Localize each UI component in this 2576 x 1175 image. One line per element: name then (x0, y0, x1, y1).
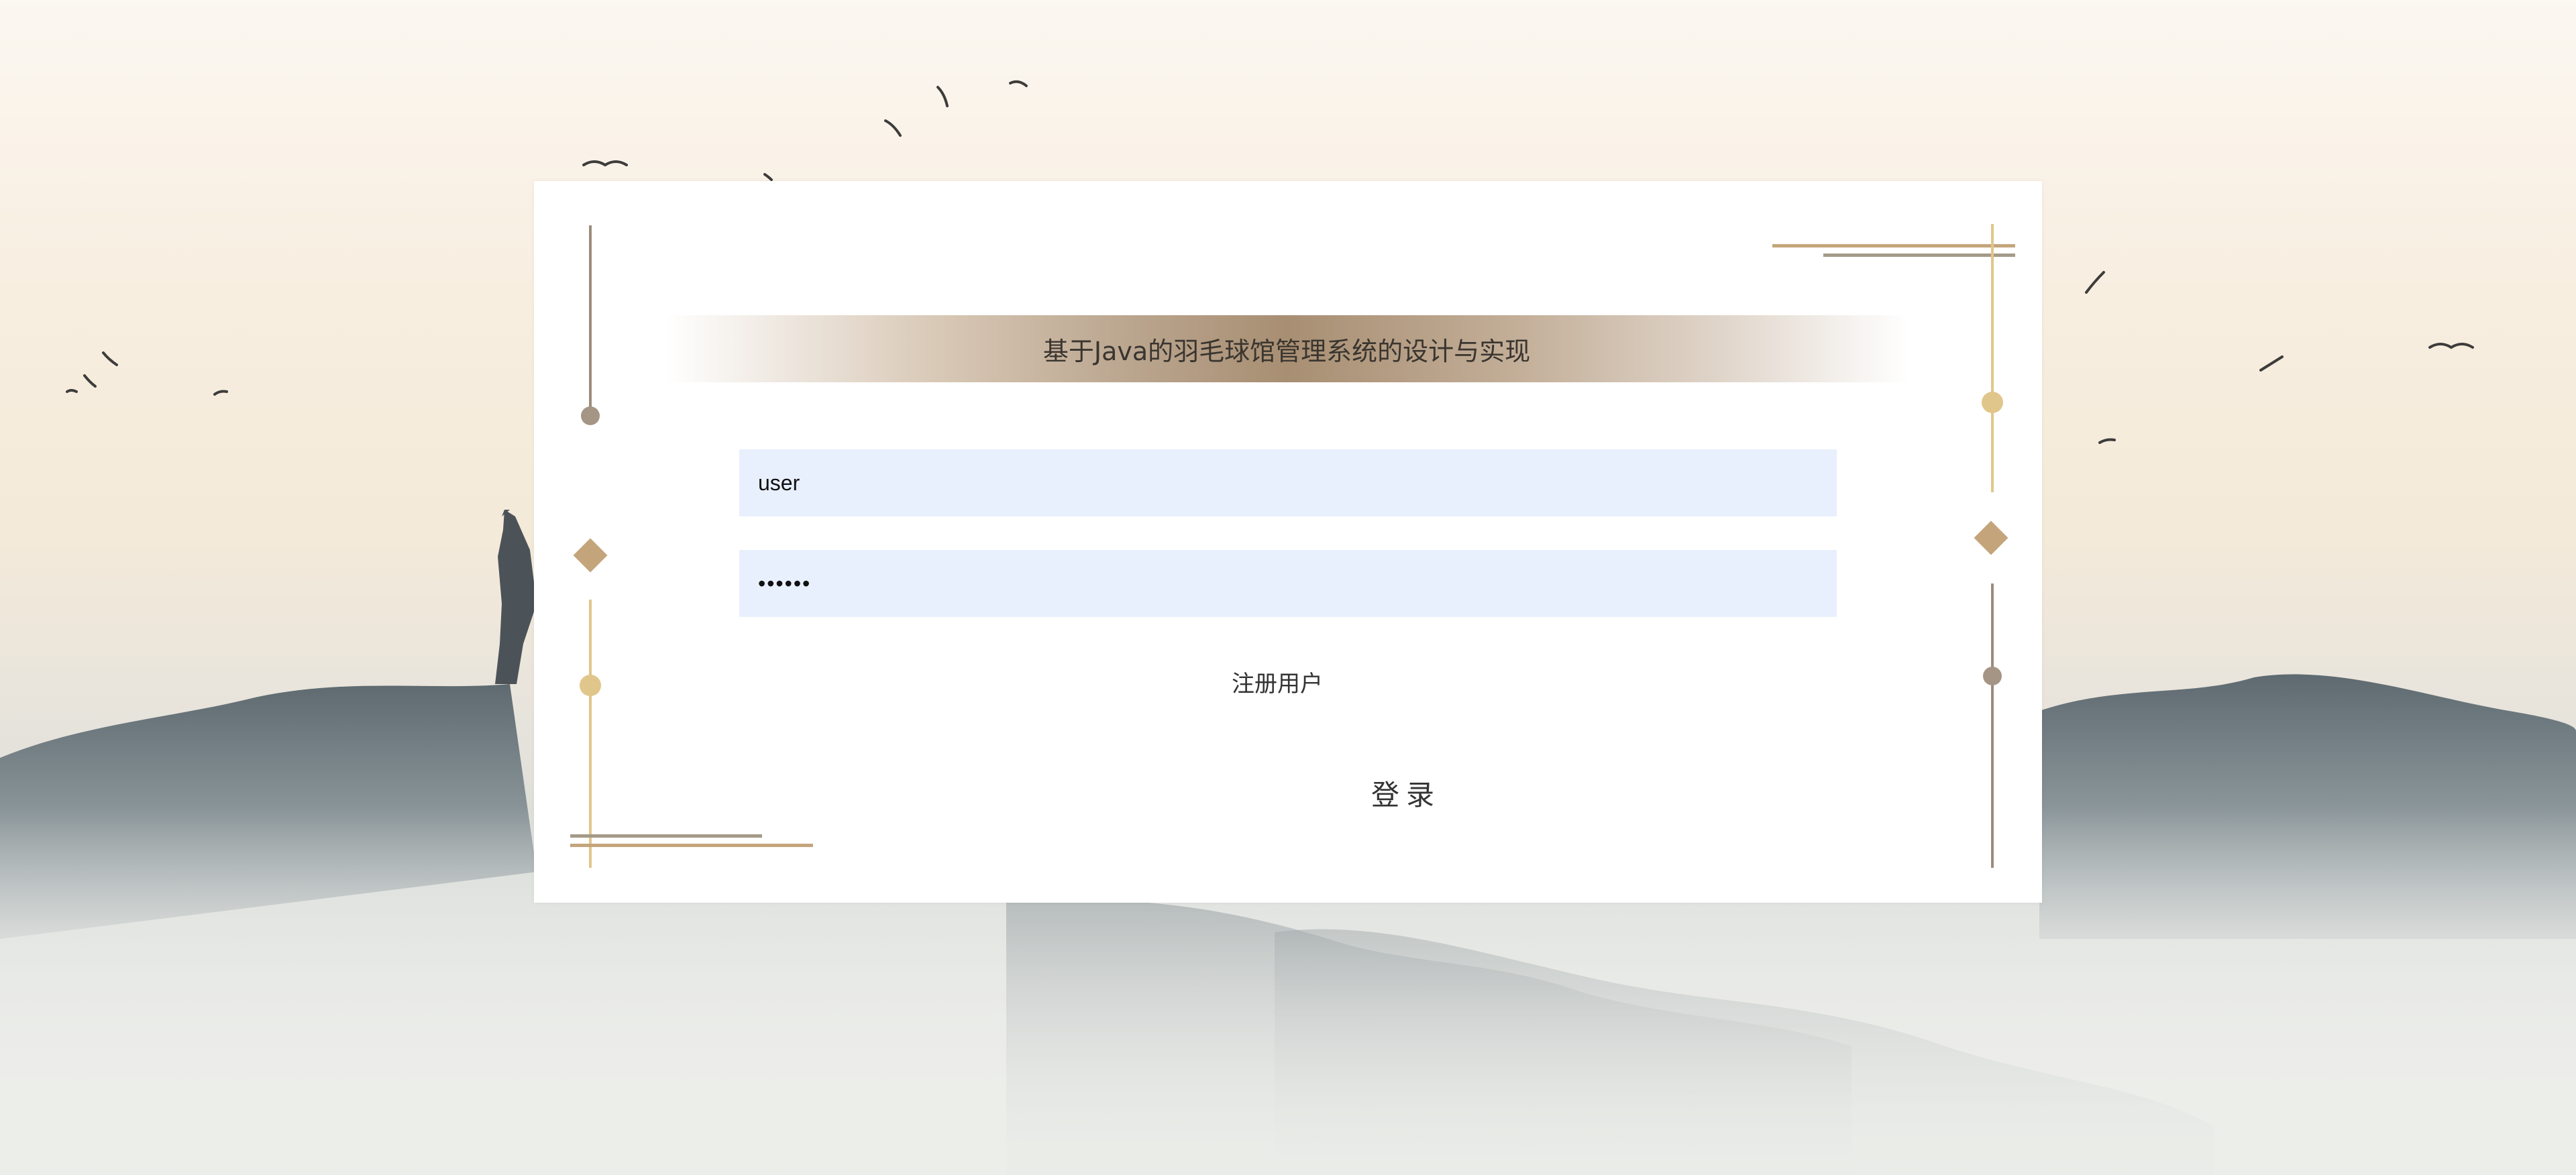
password-input[interactable] (739, 550, 1837, 617)
top-right-line-2 (1823, 254, 2015, 257)
username-input[interactable] (739, 449, 1837, 516)
left-vertical-line-bottom (589, 600, 592, 868)
left-ornament-dot-top (581, 406, 600, 425)
left-ornament-dot-bottom (580, 675, 601, 696)
right-ornament-dot-top (1982, 392, 2003, 413)
login-card: 基于Java的羽毛球馆管理系统的设计与实现 注册用户 登录 (534, 181, 2042, 903)
right-vertical-line-top (1991, 224, 1994, 492)
register-user-link[interactable]: 注册用户 (1232, 665, 1323, 697)
right-diamond-ornament (1974, 520, 2008, 555)
right-ornament-dot-bottom (1983, 667, 2002, 685)
page-title: 基于Java的羽毛球馆管理系统的设计与实现 (1042, 336, 1531, 366)
right-vertical-line-bottom (1991, 583, 1994, 868)
top-right-line-1 (1772, 244, 2015, 247)
bottom-left-line-2 (570, 844, 813, 847)
left-diamond-ornament (573, 538, 608, 573)
page-title-banner: 基于Java的羽毛球馆管理系统的设计与实现 (665, 315, 1908, 382)
bottom-left-line-1 (570, 834, 762, 838)
login-button[interactable]: 登录 (1346, 774, 1466, 817)
left-vertical-line-top (589, 225, 592, 420)
